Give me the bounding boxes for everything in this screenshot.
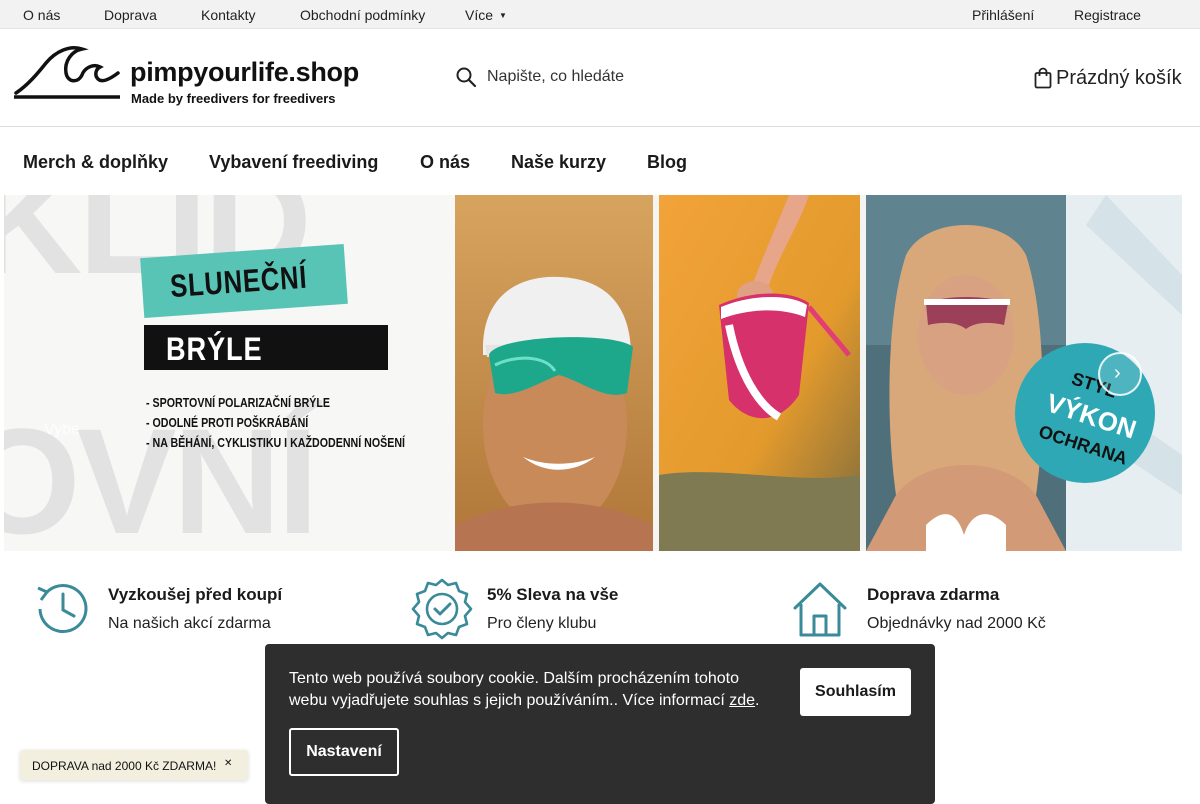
nav-item-blog[interactable]: Blog [647,152,687,173]
more-label: Více [465,7,494,23]
cart-button[interactable]: Prázdný košík [1034,63,1194,95]
hero-caption: Vybe [44,421,80,438]
close-icon[interactable]: ✕ [224,758,232,769]
logo[interactable]: pimpyourlife.shop Made by freedivers for… [12,43,359,106]
hero-promo-panel: KLID OVNÍ SLUNEČNÍ BRÝLE - SPORTOVNÍ POL… [4,195,455,551]
chevron-down-icon: ▼ [499,11,507,20]
search-box[interactable]: Napište, co hledáte [448,59,968,95]
top-bar: O nás Doprava Kontakty Obchodní podmínky… [0,0,1200,29]
register-link[interactable]: Registrace [1074,7,1141,23]
cookie-settings-button[interactable]: Nastavení [289,728,399,776]
top-link-shipping[interactable]: Doprava [104,7,157,23]
benefit-club-discount: 5% Sleva na vše Pro členy klubu [411,578,751,642]
shopping-bag-icon [1034,67,1052,89]
header: pimpyourlife.shop Made by freedivers for… [0,29,1200,127]
cookie-accept-button[interactable]: Souhlasím [800,668,911,716]
main-nav: Merch & doplňky Vybavení freediving O ná… [0,127,1200,195]
promo-bullet: - ODOLNÉ PROTI POŠKRÁBÁNÍ [146,415,309,430]
benefit-title: Doprava zdarma [867,585,1000,604]
search-icon [456,67,477,88]
benefit-title: 5% Sleva na vše [487,585,619,604]
benefit-subtitle: Na našich akcí zdarma [108,615,271,632]
check-badge-icon [411,578,473,640]
top-link-about[interactable]: O nás [23,7,60,23]
logo-subtitle: Made by freedivers for freedivers [131,91,336,106]
hero-photo-glasses [659,195,860,551]
top-link-more[interactable]: Více ▼ [465,7,507,23]
login-link[interactable]: Přihlášení [972,7,1034,23]
cookie-text: Tento web používá soubory cookie. Dalším… [289,670,760,709]
cart-label: Prázdný košík [1056,67,1182,89]
promo-bullet: - SPORTOVNÍ POLARIZAČNÍ BRÝLE [146,395,331,410]
nav-item-about[interactable]: O nás [420,152,470,173]
promo-tag-main: BRÝLE [144,325,388,370]
benefit-title: Vyzkoušej před koupí [108,585,283,604]
shipping-notice-text: DOPRAVA nad 2000 Kč ZDARMA! [32,759,217,773]
search-input[interactable]: Napište, co hledáte [487,68,624,86]
wave-logo-icon [14,46,120,99]
nav-item-courses[interactable]: Naše kurzy [511,152,606,173]
promo-bullet: - NA BĚHÁNÍ, CYKLISTIKU I KAŽDODENNÍ NOŠ… [146,435,406,450]
benefit-free-shipping: Doprava zdarma Objednávky nad 2000 Kč [791,578,1131,642]
top-link-contacts[interactable]: Kontakty [201,7,255,23]
house-icon [793,582,847,637]
shipping-notice[interactable]: DOPRAVA nad 2000 Kč ZDARMA! ✕ [20,750,248,780]
nav-item-merch[interactable]: Merch & doplňky [23,152,168,173]
nav-item-equipment[interactable]: Vybavení freediving [209,152,378,173]
logo-title: pimpyourlife.shop [130,57,359,87]
cookie-more-info-link[interactable]: zde [729,692,755,709]
cookie-banner: Tento web používá soubory cookie. Dalším… [265,644,935,804]
benefit-subtitle: Objednávky nad 2000 Kč [867,615,1046,632]
chevron-right-icon: › [1114,362,1121,384]
promo-tag-top: SLUNEČNÍ [140,243,348,319]
top-link-terms[interactable]: Obchodní podmínky [300,7,425,23]
history-clock-icon [37,584,88,634]
benefit-subtitle: Pro členy klubu [487,615,597,632]
carousel-next-button[interactable]: › [1098,352,1142,396]
hero-banner[interactable]: KLID OVNÍ SLUNEČNÍ BRÝLE - SPORTOVNÍ POL… [4,195,1182,551]
hero-photo-man [455,195,653,551]
benefit-try-before-buy: Vyzkoušej před koupí Na našich akcí zdar… [32,578,372,642]
